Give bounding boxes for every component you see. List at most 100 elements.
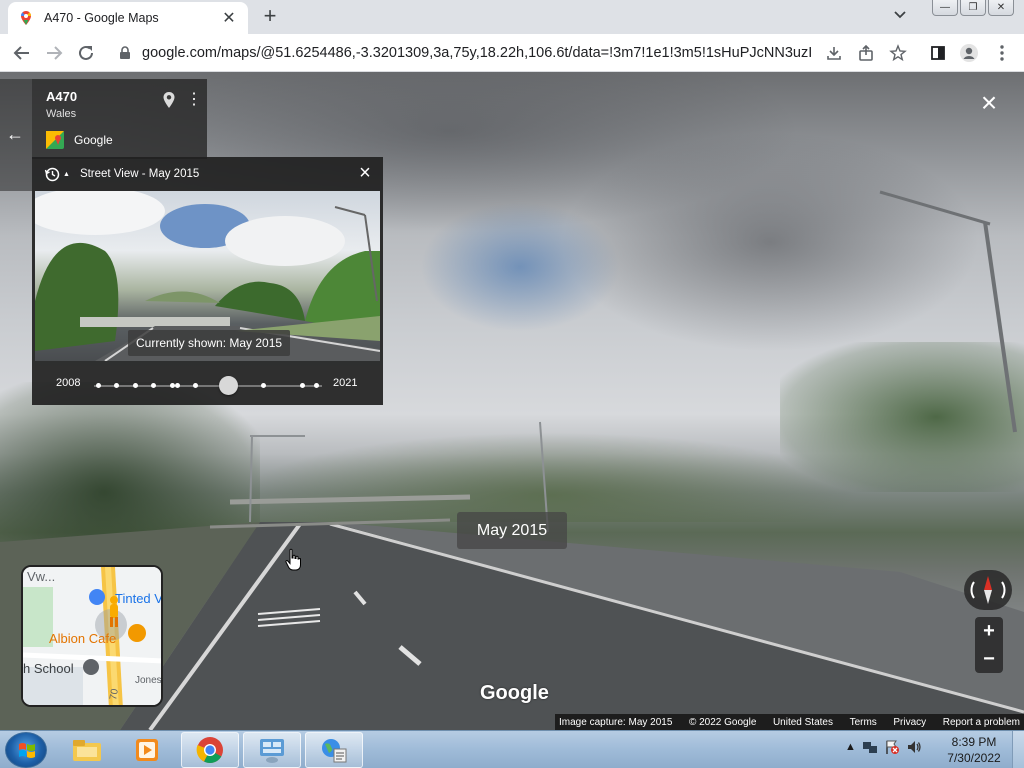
- browser-toolbar: google.com/maps/@51.6254486,-3.3201309,3…: [0, 34, 1024, 72]
- zoom-control: + −: [975, 617, 1003, 673]
- close-time-machine-button[interactable]: ×: [357, 163, 373, 183]
- minimap-label-school: h School: [23, 661, 74, 676]
- back-button[interactable]: [10, 41, 34, 65]
- minimap-label-vw: Vw...: [27, 569, 56, 584]
- share-icon[interactable]: [856, 43, 876, 63]
- timeline-stop[interactable]: [193, 383, 198, 388]
- close-street-view-button[interactable]: ×: [978, 89, 1000, 117]
- timeline-stop[interactable]: [96, 383, 101, 388]
- timeline-end-year: 2021: [333, 377, 358, 389]
- taskbar-chrome-button[interactable]: [181, 732, 239, 768]
- close-tab-icon[interactable]: ✕: [220, 8, 238, 28]
- minimap-label-road-number: 70: [108, 688, 121, 701]
- pegman-icon: [110, 596, 118, 627]
- google-maps-favicon-icon: [21, 11, 31, 25]
- folder-icon: [73, 740, 101, 761]
- new-tab-button[interactable]: +: [258, 4, 282, 28]
- tab-search-chevron-icon[interactable]: [894, 8, 906, 22]
- side-panel-icon[interactable]: [928, 43, 948, 63]
- reload-icon: [79, 45, 93, 60]
- restore-button[interactable]: ❐: [960, 0, 986, 16]
- timeline-stop[interactable]: [261, 383, 266, 388]
- compass-control[interactable]: [964, 570, 1012, 610]
- reload-button[interactable]: [74, 41, 98, 65]
- browser-tab[interactable]: A470 - Google Maps ✕: [8, 2, 248, 34]
- browser-menu-icon[interactable]: [992, 43, 1012, 63]
- taskbar-network-button[interactable]: [305, 732, 363, 768]
- report-problem-link[interactable]: Report a problem: [943, 717, 1020, 728]
- install-app-icon[interactable]: [824, 43, 844, 63]
- timeline-stop[interactable]: [114, 383, 119, 388]
- terms-link[interactable]: Terms: [850, 717, 877, 728]
- timeline-thumb[interactable]: [219, 376, 238, 395]
- google-maps-logo-icon: [46, 131, 64, 149]
- taskbar-control-panel-button[interactable]: [243, 732, 301, 768]
- time-machine-header[interactable]: ▲ Street View - May 2015: [32, 157, 383, 191]
- windows-logo-icon: [19, 743, 35, 758]
- bookmark-star-icon[interactable]: [888, 43, 908, 63]
- tab-title: A470 - Google Maps: [44, 11, 159, 25]
- minimize-button[interactable]: —: [932, 0, 958, 16]
- timeline-stop[interactable]: [175, 383, 180, 388]
- compass-icon: [970, 576, 1006, 604]
- windows-taskbar: ▲ 8:39 PM 7/30/2022: [0, 730, 1024, 768]
- privacy-link[interactable]: Privacy: [893, 717, 926, 728]
- copyright-text: © 2022 Google: [688, 716, 757, 728]
- forward-button[interactable]: [42, 41, 66, 65]
- more-options-icon[interactable]: ⋮: [186, 91, 202, 109]
- network-globe-icon: [322, 739, 347, 763]
- media-player-icon: [136, 739, 158, 761]
- action-center-flag-icon[interactable]: [884, 739, 900, 755]
- google-watermark: Google: [480, 682, 549, 704]
- address-bar[interactable]: google.com/maps/@51.6254486,-3.3201309,3…: [106, 38, 820, 68]
- zoom-in-button[interactable]: +: [975, 617, 1003, 645]
- attribution-footer: Image capture: May 2015 © 2022 Google Un…: [555, 714, 1024, 730]
- minimap[interactable]: Vw... Tinted V Albion Cafe h School Jone…: [21, 565, 163, 707]
- timeline-stop[interactable]: [300, 383, 305, 388]
- show-desktop-button[interactable]: [1012, 731, 1024, 768]
- taskbar-clock[interactable]: 8:39 PM 7/30/2022: [945, 734, 1003, 766]
- lock-icon: [120, 46, 130, 59]
- chrome-icon: [196, 737, 223, 763]
- timeline-start-year: 2008: [56, 377, 81, 389]
- control-panel-icon: [260, 739, 284, 763]
- zoom-out-button[interactable]: −: [975, 645, 1003, 673]
- network-status-icon[interactable]: [862, 739, 878, 755]
- taskbar-explorer-button[interactable]: [58, 732, 116, 768]
- close-window-button[interactable]: ✕: [988, 0, 1014, 16]
- collapse-caret-icon: ▲: [63, 170, 70, 178]
- location-card: A470 Wales ⋮ Google: [32, 79, 207, 159]
- source-label: Google: [74, 133, 113, 147]
- system-tray: ▲: [845, 739, 922, 755]
- profile-avatar-icon[interactable]: [959, 43, 979, 63]
- location-subtitle: Wales: [46, 108, 77, 120]
- minimap-label-jones: Jones: [135, 675, 162, 686]
- timeline-stop[interactable]: [133, 383, 138, 388]
- image-capture-date: Image capture: May 2015: [559, 716, 673, 728]
- currently-shown-tooltip: Currently shown: May 2015: [128, 330, 291, 356]
- forward-arrow-icon: [47, 46, 63, 60]
- url-text: google.com/maps/@51.6254486,-3.3201309,3…: [142, 45, 812, 61]
- minimap-label-albion-cafe: Albion Cafe: [49, 631, 117, 646]
- taskbar-media-player-button[interactable]: [118, 732, 176, 768]
- start-button[interactable]: [5, 732, 47, 768]
- show-hidden-icons-icon[interactable]: ▲: [845, 741, 856, 753]
- back-arrow-icon: [13, 46, 29, 60]
- street-view-panorama[interactable]: × ← A470 Wales ⋮ Google ▲ Street View - …: [0, 72, 1024, 730]
- clock-date: 7/30/2022: [947, 751, 1001, 765]
- location-pin-icon[interactable]: [162, 91, 176, 109]
- back-to-map-icon[interactable]: ←: [6, 124, 26, 145]
- volume-icon[interactable]: [906, 739, 922, 755]
- timeline-stop[interactable]: [151, 383, 156, 388]
- time-machine-panel: ▲ Street View - May 2015 × Currently sho…: [32, 157, 383, 405]
- minimap-label-tinted: Tinted V: [115, 591, 163, 606]
- country-link[interactable]: United States: [773, 717, 833, 728]
- capture-date-overlay: May 2015: [457, 512, 567, 549]
- source-attribution[interactable]: Google: [46, 131, 113, 149]
- timeline-stop[interactable]: [314, 383, 319, 388]
- time-machine-title: Street View - May 2015: [79, 168, 200, 180]
- history-clock-icon: [44, 167, 60, 182]
- window-controls: — ❐ ✕: [932, 0, 1014, 16]
- timeline-track[interactable]: [94, 385, 322, 387]
- timeline-slider[interactable]: 2008 2021: [32, 369, 383, 399]
